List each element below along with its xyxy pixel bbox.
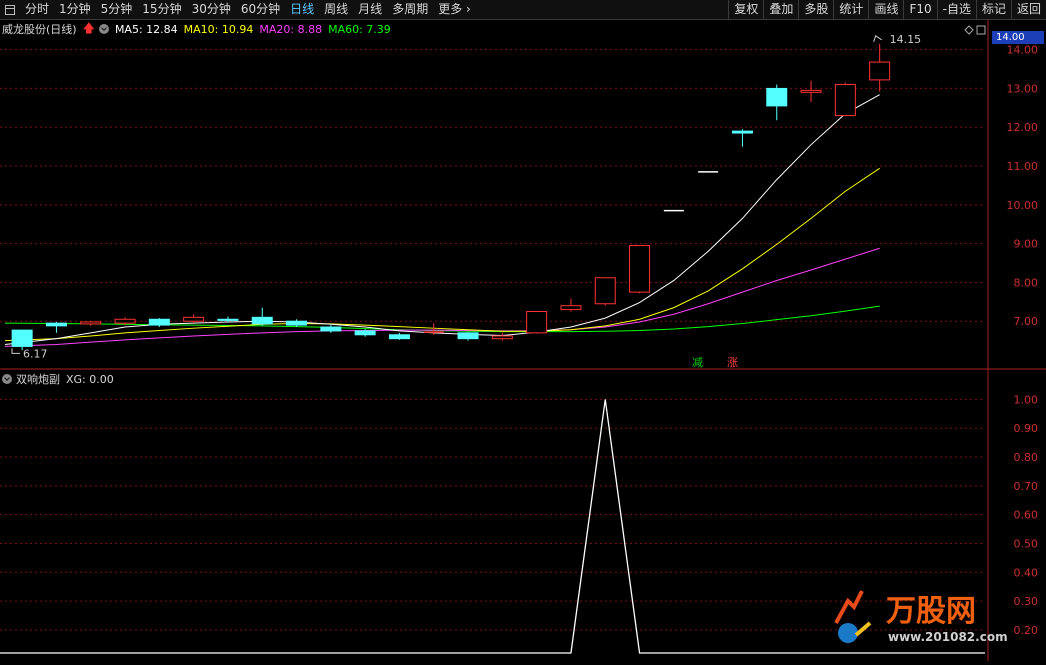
candle-body (800, 89, 822, 93)
toolbar-button-4[interactable]: 画线 (868, 0, 903, 19)
sub-y-tick: 0.70 (1014, 480, 1039, 493)
candle-body (286, 320, 308, 326)
ma10-line (4, 167, 880, 342)
low-price-label: 6.17 (23, 347, 48, 360)
main-y-tick: 8.00 (1014, 276, 1039, 289)
indicator-title[interactable]: 双响炮副 (16, 371, 60, 387)
sub-y-tick: 0.60 (1014, 509, 1039, 522)
period-tab-7[interactable]: 周线 (319, 0, 353, 19)
ma5-label: MA5: 12.84 (114, 22, 178, 36)
function-buttons: 复权 叠加 多股 统计 画线 F10 -自选 标记 返回 (728, 0, 1046, 19)
up-arrow-icon: 🡅 (82, 20, 95, 35)
period-tab-10[interactable]: 更多 › (433, 0, 476, 19)
toolbar-button-8[interactable]: 返回 (1010, 0, 1046, 19)
main-y-tick: 13.00 (1007, 82, 1039, 95)
main-y-tick: 10.00 (1007, 199, 1039, 212)
period-tab-9[interactable]: 多周期 (387, 0, 433, 19)
candle-body (11, 329, 33, 347)
period-toolbar: 分时 1分钟 5分钟 15分钟 30分钟 60分钟 日线 周线 月线 多周期 更多 › 复权 叠加 多股… (0, 0, 1046, 20)
watermark-logo: 万股网 www.201082.com (826, 583, 1036, 655)
sub-y-tick: 1.00 (1014, 393, 1039, 406)
toolbar-button-6[interactable]: -自选 (936, 0, 976, 19)
period-tab-1[interactable]: 1分钟 (54, 0, 96, 19)
main-y-tick: 7.00 (1014, 315, 1039, 328)
candle-body (148, 318, 170, 326)
period-tabs: 分时 1分钟 5分钟 15分钟 30分钟 60分钟 日线 周线 月线 多周期 更多 › (0, 0, 476, 19)
candle-body (114, 318, 136, 324)
candle-body (491, 335, 513, 340)
xg-value: XG: 0.00 (66, 372, 114, 386)
candle-body (320, 326, 342, 332)
candle-body (80, 321, 102, 325)
candle-body (594, 277, 616, 305)
sub-y-tick: 0.90 (1014, 422, 1039, 435)
period-tab-3[interactable]: 15分钟 (137, 0, 186, 19)
toolbar-button-3[interactable]: 统计 (833, 0, 868, 19)
ma10-label: MA10: 10.94 (183, 22, 254, 36)
toolbar-button-0[interactable]: 复权 (728, 0, 763, 19)
candle-body (217, 318, 239, 321)
candle-body (45, 322, 67, 327)
toolbar-button-1[interactable]: 叠加 (763, 0, 798, 19)
period-tab-5[interactable]: 60分钟 (236, 0, 285, 19)
low-marker-arrow (11, 348, 20, 354)
candle-body (560, 305, 582, 311)
axis-box-icon (976, 25, 986, 35)
candle-body (388, 334, 410, 340)
chart-area: 14.00 13.00 12.00 11.00 10.00 9.00 8.00 7.00 14.… (0, 20, 1046, 661)
toolbar-button-7[interactable]: 标记 (975, 0, 1011, 19)
period-tab-6[interactable]: 日线 (285, 0, 319, 19)
candle-body (526, 311, 548, 334)
sub-y-tick: 0.50 (1014, 537, 1039, 550)
dropdown-icon[interactable] (98, 24, 109, 34)
svg-text:万股网: 万股网 (886, 594, 976, 629)
toolbar-button-5[interactable]: F10 (903, 0, 936, 19)
candle-body (766, 87, 788, 107)
candle-body (731, 130, 753, 134)
candle-body (629, 245, 651, 293)
sub-chart-title-row: 双响炮副 XG: 0.00 (2, 371, 114, 387)
period-tab-2[interactable]: 5分钟 (96, 0, 138, 19)
candle-body (183, 316, 205, 322)
signal-tag-rise: 涨 (727, 356, 738, 369)
main-y-tick: 11.00 (1007, 160, 1039, 173)
toolbar-button-2[interactable]: 多股 (798, 0, 833, 19)
ma60-label: MA60: 7.39 (328, 22, 391, 36)
sub-y-tick: 0.80 (1014, 451, 1039, 464)
period-tab-0[interactable]: 分时 (20, 0, 54, 19)
candle-body (869, 61, 891, 81)
candle-body (354, 330, 376, 336)
period-tab-8[interactable]: 月线 (353, 0, 387, 19)
axis-diamond-icon (964, 25, 974, 35)
high-marker-arrow (873, 35, 882, 42)
sub-y-tick: 0.40 (1014, 566, 1039, 579)
current-price-box: 14.00 (992, 31, 1044, 44)
candle-body (251, 316, 273, 325)
ma60-line (4, 305, 880, 333)
kline-chart[interactable]: 14.00 13.00 12.00 11.00 10.00 9.00 8.00 7.00 14.… (0, 20, 1046, 661)
main-y-tick: 12.00 (1007, 121, 1039, 134)
signal-tag-reduce: 减 (692, 356, 703, 369)
stock-title[interactable]: 威龙股份(日线) (2, 21, 77, 37)
main-chart-title-row: 威龙股份(日线) 🡅 MA5: 12.84 MA10: 10.94 MA20: … (2, 21, 397, 37)
main-y-tick: 9.00 (1014, 238, 1039, 251)
high-price-label: 14.15 (890, 33, 922, 46)
dropdown-icon[interactable] (2, 374, 12, 384)
ma20-label: MA20: 8.88 (259, 22, 323, 36)
candle-body (457, 332, 479, 340)
period-tab-4[interactable]: 30分钟 (187, 0, 236, 19)
svg-text:www.201082.com: www.201082.com (888, 630, 1008, 644)
main-y-tick: 14.00 (1007, 44, 1039, 57)
window-menu-icon[interactable] (3, 3, 17, 17)
candle-body (834, 84, 856, 117)
